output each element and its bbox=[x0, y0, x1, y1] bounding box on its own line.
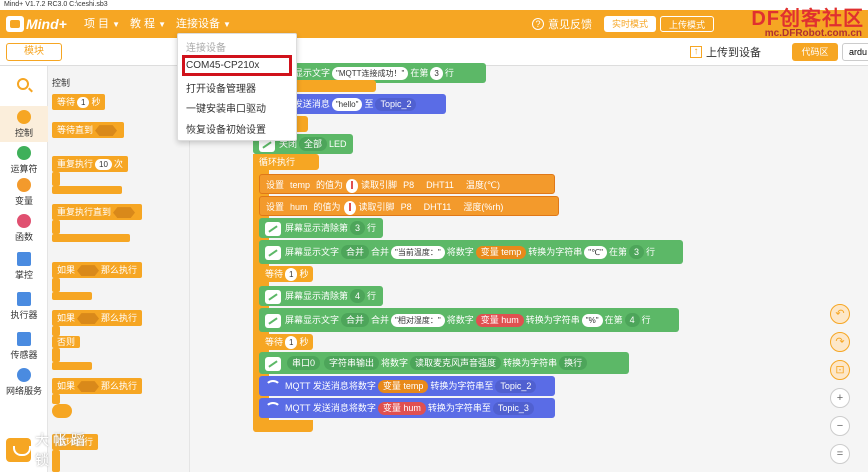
chevron-down-icon: ▼ bbox=[223, 20, 231, 29]
zoom-reset-icon[interactable]: = bbox=[830, 444, 850, 464]
block-mqtt-send-hum[interactable]: MQTT 发送消息将数字 变量 hum 转换为字符串至 Topic_3 bbox=[259, 398, 555, 418]
category-actuators[interactable]: 执行器 bbox=[0, 292, 48, 321]
wifi-icon bbox=[265, 379, 281, 394]
plug-icon bbox=[265, 245, 281, 260]
add-branch-icon[interactable] bbox=[52, 404, 72, 418]
block-clear-row-3[interactable]: 屏幕显示清除第 3 行 bbox=[259, 218, 383, 238]
search-icon[interactable] bbox=[17, 78, 29, 90]
category-sensors[interactable]: 传感器 bbox=[0, 332, 48, 361]
dropdown-install-driver[interactable]: 一键安装串口驱动 bbox=[186, 100, 266, 115]
selection-highlight bbox=[182, 55, 292, 76]
block-serial-output[interactable]: 串口0 字符串输出 将数字 读取麦克风声音强度 转换为字符串 换行 bbox=[259, 352, 629, 374]
feedback-button[interactable]: ? 意见反馈 bbox=[531, 16, 592, 32]
block-mqtt-send-temp[interactable]: MQTT 发送消息将数字 变量 temp 转换为字符串至 Topic_2 bbox=[259, 376, 555, 396]
mindplus-logo: Mind+ bbox=[6, 13, 67, 35]
category-handpy[interactable]: 掌控 bbox=[0, 252, 48, 281]
palette-repeat-until-block[interactable]: 重复执行直到 bbox=[52, 204, 143, 220]
board-select[interactable]: ardu bbox=[842, 43, 868, 61]
block-wait-2[interactable]: 等待 1 秒 bbox=[259, 334, 313, 350]
control-dot-icon bbox=[17, 110, 31, 124]
palette-if-else-block[interactable]: 如果 那么执行 bbox=[52, 310, 143, 326]
category-network[interactable]: 网络服务 bbox=[0, 368, 48, 397]
palette-title: 控制 bbox=[52, 78, 71, 88]
actuator-icon bbox=[17, 292, 31, 306]
block-set-temp[interactable]: 设置 temp 的值为 读取引脚 P8 DHT11 温度(℃) bbox=[259, 174, 555, 194]
palette-else-label: 否则 bbox=[52, 336, 81, 348]
menu-project[interactable]: 项 目 ▼ bbox=[84, 10, 120, 38]
dropdown-restore-defaults[interactable]: 恢复设备初始设置 bbox=[186, 121, 266, 136]
category-sidebar: 控制 运算符 变量 函数 掌控 执行器 传感器 网络服务 bbox=[0, 66, 48, 472]
help-icon: ? bbox=[531, 18, 544, 30]
smile-icon bbox=[6, 438, 32, 462]
globe-icon bbox=[17, 368, 31, 382]
palette-repeat-block[interactable]: 重复执行 10 次 bbox=[52, 156, 128, 172]
wifi-icon bbox=[265, 401, 281, 416]
crop-icon[interactable]: ⊡ bbox=[830, 360, 850, 380]
plug-icon bbox=[265, 221, 281, 236]
upload-mode-button[interactable]: 上传模式 bbox=[659, 16, 714, 32]
realtime-mode-button[interactable]: 实时模式 bbox=[603, 16, 656, 32]
block-display-hum[interactable]: 屏幕显示文字 合并 合并 "相对湿度：" 将数字 变量 hum 转换为字符串 "%" 在第 4 行 bbox=[259, 308, 679, 332]
category-control[interactable]: 控制 bbox=[0, 106, 48, 142]
palette-wait-block[interactable]: 等待 1 秒 bbox=[52, 94, 106, 110]
zoom-in-icon[interactable]: + bbox=[830, 388, 850, 408]
palette-if-block-2[interactable]: 如果 那么执行 bbox=[52, 378, 143, 394]
sensor-icon bbox=[17, 332, 31, 346]
palette-wait-until-block[interactable]: 等待直到 bbox=[52, 122, 125, 138]
category-functions[interactable]: 函数 bbox=[0, 214, 48, 243]
thermometer-icon bbox=[343, 200, 356, 215]
plug-icon bbox=[265, 289, 281, 304]
upload-to-device-button[interactable]: ↑ 上传到设备 bbox=[690, 43, 761, 61]
plug-icon bbox=[265, 313, 281, 328]
code-area-button[interactable]: 代码区 bbox=[792, 43, 838, 61]
block-set-hum[interactable]: 设置 hum 的值为 读取引脚 P8 DHT11 湿度(%rh) bbox=[259, 196, 559, 216]
bottom-logo: 大 帐 蹈 锁 bbox=[6, 432, 96, 468]
board-icon bbox=[17, 252, 31, 266]
plug-icon bbox=[265, 356, 281, 371]
brand-name: Mind+ bbox=[26, 16, 67, 32]
undo-icon[interactable]: ↶ bbox=[830, 304, 850, 324]
redo-icon[interactable]: ↷ bbox=[830, 332, 850, 352]
block-clear-row-4[interactable]: 屏幕显示清除第 4 行 bbox=[259, 286, 383, 306]
workspace-controls: ↶ ↷ ⊡ + − = bbox=[830, 304, 854, 472]
category-operators[interactable]: 运算符 bbox=[0, 146, 48, 175]
chevron-down-icon: ▼ bbox=[158, 20, 166, 29]
logo-icon bbox=[6, 16, 24, 32]
dropdown-connect-device: 连接设备 bbox=[186, 43, 226, 54]
tab-modules[interactable]: 模块 bbox=[6, 43, 62, 61]
palette-if-block[interactable]: 如果 那么执行 bbox=[52, 262, 143, 278]
zoom-out-icon[interactable]: − bbox=[830, 416, 850, 436]
block-wait-1[interactable]: 等待 1 秒 bbox=[259, 266, 313, 282]
operators-dot-icon bbox=[17, 146, 31, 160]
chevron-down-icon: ▼ bbox=[112, 20, 120, 29]
variables-dot-icon bbox=[17, 178, 31, 192]
thermometer-icon bbox=[346, 178, 359, 193]
connect-device-dropdown: 连接设备 COM45-CP210x 打开设备管理器 一键安装串口驱动 恢复设备初… bbox=[177, 33, 297, 141]
secondary-toolbar: 模块 ↑ 上传到设备 代码区 ardu bbox=[0, 38, 868, 66]
block-display-temp[interactable]: 屏幕显示文字 合并 合并 "当前温度：" 将数字 变量 temp 转换为字符串 "℃" 在第 3 行 bbox=[259, 240, 683, 264]
category-variables[interactable]: 变量 bbox=[0, 178, 48, 207]
menu-tutorial[interactable]: 教 程 ▼ bbox=[130, 10, 166, 38]
dropdown-open-device-manager[interactable]: 打开设备管理器 bbox=[186, 80, 256, 95]
block-palette: 控制 等待 1 秒 等待直到 重复执行 10 次 重复执行直到 如果 那么执行 如果 那么执… bbox=[48, 66, 190, 472]
functions-dot-icon bbox=[17, 214, 31, 228]
block-forever-loop[interactable]: 循环执行 bbox=[253, 154, 319, 170]
upload-icon: ↑ bbox=[690, 46, 702, 58]
